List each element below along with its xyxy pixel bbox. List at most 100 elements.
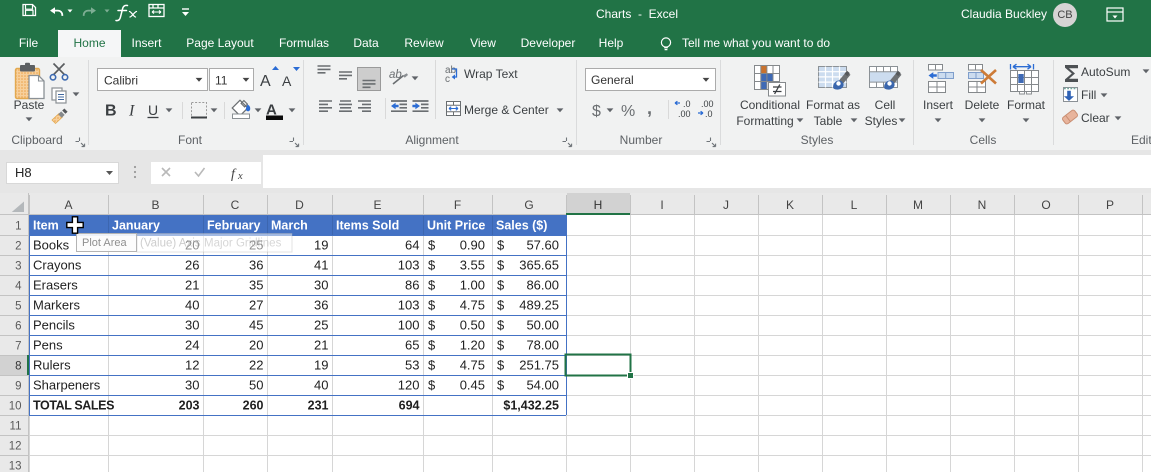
svg-text:6: 6 [15,321,21,333]
svg-text:8: 8 [15,361,21,373]
svg-text:120: 120 [398,378,420,393]
svg-text:Format: Format [1007,98,1046,112]
svg-text:26: 26 [185,258,199,273]
svg-text:5: 5 [15,301,21,313]
svg-text:100: 100 [398,318,420,333]
svg-text:$: $ [428,298,436,313]
svg-text:27: 27 [249,298,263,313]
svg-text:D: D [295,198,304,212]
svg-text:86: 86 [405,278,419,293]
svg-text:Styles: Styles [801,133,834,147]
svg-text:0.90: 0.90 [460,238,485,253]
svg-text:Fill: Fill [1081,88,1096,102]
svg-text:Sales ($): Sales ($) [496,219,547,233]
svg-text:40: 40 [185,298,199,313]
svg-text:Merge & Center: Merge & Center [464,103,549,117]
svg-text:64: 64 [405,238,419,253]
svg-text:22: 22 [249,358,263,373]
svg-text:$: $ [428,358,436,373]
svg-text:J: J [723,198,729,212]
svg-text:$: $ [497,298,505,313]
svg-text:.00: .00 [678,109,691,119]
svg-text:AutoSum: AutoSum [1081,65,1130,79]
svg-text:3: 3 [15,261,21,273]
svg-text:103: 103 [398,298,420,313]
svg-text:Item: Item [33,219,59,233]
svg-text:365.65: 365.65 [519,258,559,273]
svg-text:65: 65 [405,338,419,353]
svg-text:9: 9 [15,381,21,393]
svg-text:Insert: Insert [923,98,954,112]
svg-text:,: , [647,98,652,118]
svg-text:25: 25 [314,318,328,333]
svg-text:0.45: 0.45 [460,378,485,393]
svg-text:Major Gridlines: Major Gridlines [204,238,282,250]
svg-text:231: 231 [308,399,329,413]
svg-text:Cells: Cells [970,133,997,147]
svg-text:F: F [454,198,461,212]
svg-text:11: 11 [215,74,228,88]
svg-text:19: 19 [314,238,328,253]
svg-text:50: 50 [249,378,263,393]
svg-text:.0: .0 [683,99,691,109]
svg-text:$: $ [497,318,505,333]
svg-text:.00: .00 [701,99,714,109]
svg-text:Books: Books [33,238,70,253]
svg-text:Font: Font [178,133,203,147]
svg-text:45: 45 [249,318,263,333]
svg-text:L: L [851,198,858,212]
svg-text:489.25: 489.25 [519,298,559,313]
svg-text:36: 36 [314,298,328,313]
svg-text:19: 19 [314,358,328,373]
svg-text:G: G [524,198,533,212]
svg-text:B: B [151,198,159,212]
svg-text:TOTAL SALES: TOTAL SALES [33,399,114,413]
svg-text:Conditional: Conditional [740,98,800,112]
svg-text:1.20: 1.20 [460,338,485,353]
svg-text:Items Sold: Items Sold [336,219,399,233]
svg-text:%: % [621,103,635,120]
svg-text:35: 35 [249,278,263,293]
svg-text:$: $ [428,338,436,353]
svg-text:Unit Price: Unit Price [427,219,485,233]
svg-text:1: 1 [15,221,21,233]
svg-text:Sharpeners: Sharpeners [33,378,101,393]
svg-text:41: 41 [314,258,328,273]
svg-text:Crayons: Crayons [33,258,82,273]
svg-text:c: c [445,74,450,85]
svg-text:50.00: 50.00 [526,318,559,333]
svg-text:C: C [231,198,240,212]
svg-text:251.75: 251.75 [519,358,559,373]
svg-text:30: 30 [185,318,199,333]
svg-text:11: 11 [10,421,22,433]
svg-text:U: U [148,102,158,118]
svg-text:A: A [282,73,292,89]
svg-text:I: I [660,198,663,212]
svg-text:30: 30 [185,378,199,393]
svg-text:A: A [260,73,271,90]
svg-text:M: M [913,198,923,212]
svg-text:1.00: 1.00 [460,278,485,293]
svg-text:O: O [1041,198,1050,212]
svg-text:2: 2 [15,241,21,253]
svg-text:Pens: Pens [33,338,63,353]
svg-text:E: E [373,198,381,212]
svg-text:4.75: 4.75 [460,298,485,313]
svg-text:(Value) Axis: (Value) Axis [140,238,201,250]
svg-text:4.75: 4.75 [460,358,485,373]
svg-text:57.60: 57.60 [526,238,559,253]
svg-text:Calibri: Calibri [104,74,138,88]
svg-text:$: $ [497,258,505,273]
svg-text:7: 7 [15,341,21,353]
svg-text:N: N [978,198,987,212]
svg-text:Delete: Delete [965,98,1000,112]
svg-text:30: 30 [314,278,328,293]
svg-text:4: 4 [15,281,22,293]
svg-text:Erasers: Erasers [33,278,78,293]
svg-text:24: 24 [185,338,199,353]
svg-text:H: H [594,198,603,212]
svg-text:Table: Table [814,114,843,128]
svg-text:$: $ [497,358,505,373]
svg-text:Editing: Editing [1131,133,1151,147]
svg-text:$: $ [497,378,505,393]
